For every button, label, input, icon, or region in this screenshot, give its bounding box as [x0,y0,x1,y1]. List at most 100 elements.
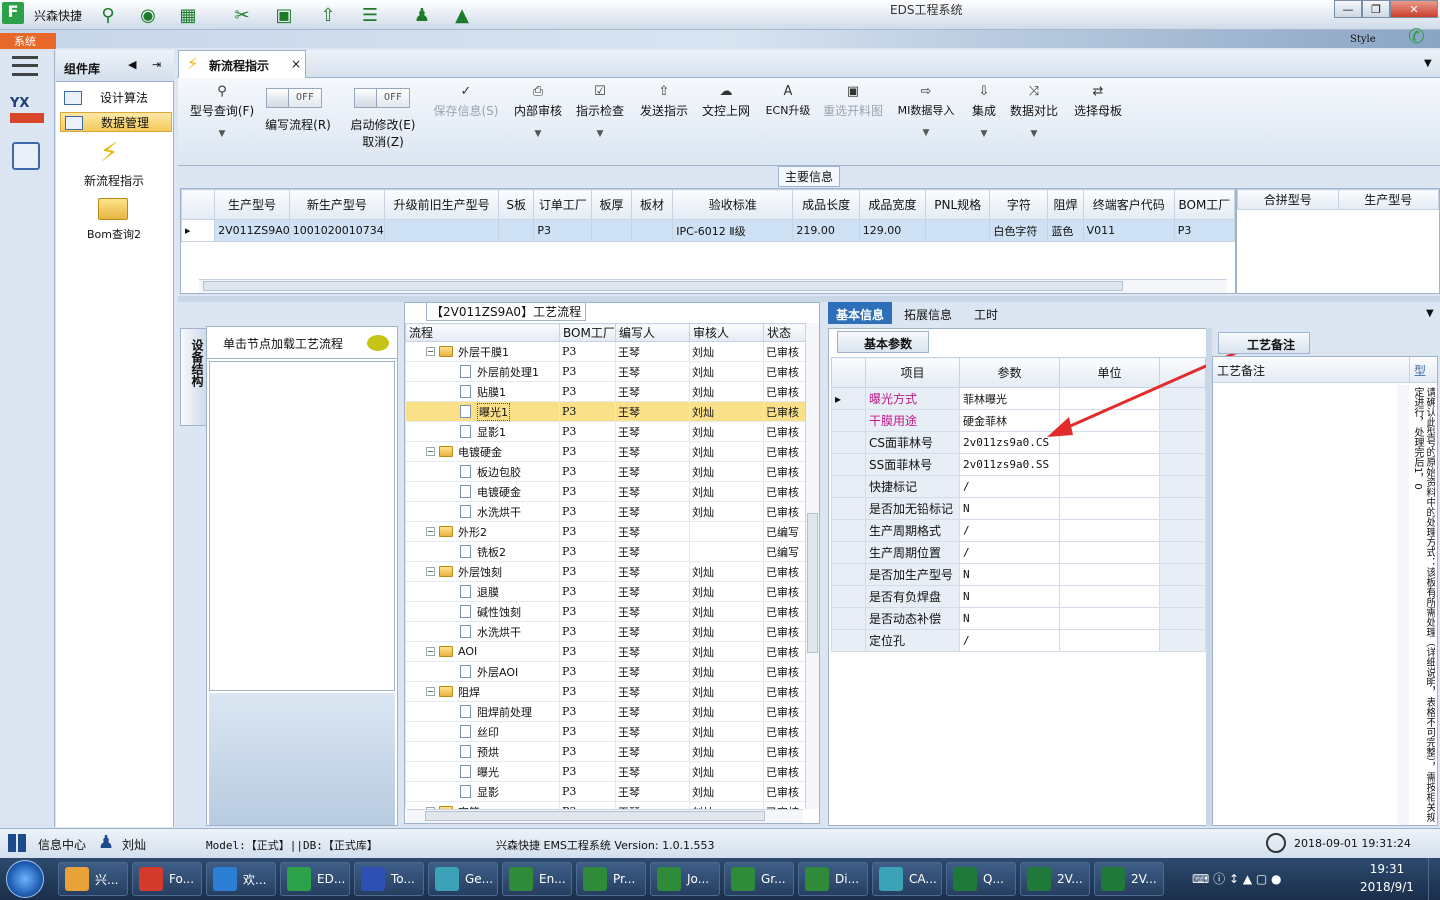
param-value[interactable]: / [959,475,1060,498]
param-row[interactable]: 是否有负焊盘 N [831,585,1206,608]
param-row[interactable]: 快捷标记 / [831,475,1206,498]
tree-row[interactable]: 碱性蚀刻 P3 王琴 刘灿 已审核 [405,601,805,622]
param-row[interactable]: 生产周期格式 / [831,519,1206,542]
param-row[interactable]: 是否加生产型号 N [831,563,1206,586]
tree-row[interactable]: 丝印 P3 王琴 刘灿 已审核 [405,721,805,742]
column-header[interactable]: 订单工厂 [533,189,593,220]
table-cell[interactable] [498,219,535,242]
taskbar-item[interactable]: En... [502,862,572,896]
param-unit[interactable] [1059,497,1160,520]
tree-row[interactable]: 水洗烘干 P3 王琴 刘灿 已审核 [405,501,805,522]
param-row[interactable]: 是否加无铅标记 N [831,497,1206,520]
tree-row[interactable]: 贴膜1 P3 王琴 刘灿 已审核 [405,381,805,402]
column-header[interactable]: 板材 [630,189,674,220]
globe-icon[interactable]: ◉ [136,3,160,27]
collapse-icon[interactable]: − [426,687,435,696]
table-row[interactable]: ▸ 2V011ZS9A0 10010200107345 P3 IPC-6012 Ⅱ级 21… [180,219,1236,242]
taskbar-item[interactable]: Jo... [650,862,720,896]
chart-icon[interactable]: ▲ [450,3,474,27]
param-unit[interactable] [1059,563,1160,586]
tree-row[interactable]: 外层前处理1 P3 王琴 刘灿 已审核 [405,361,805,382]
tree-row[interactable]: − AOI P3 王琴 刘灿 已审核 [405,641,805,662]
taskbar-item[interactable]: Gr... [724,862,794,896]
instruction-check-button[interactable]: ☑ 指示检查 ▼ [572,84,628,139]
tab-extended-info[interactable]: 拓展信息 [896,302,960,324]
ecn-upgrade-button[interactable]: A ECN升级 [760,84,816,118]
vertical-scrollbar[interactable] [1397,385,1409,825]
comp-item-design-algorithm[interactable]: 设计算法 [60,88,172,108]
integrate-button[interactable]: ⇩ 集成 ▼ [966,84,1002,139]
show-desktop-button[interactable] [1428,858,1440,900]
taskbar-item[interactable]: Fo... [132,862,202,896]
info-center-link[interactable]: 信息中心 [38,836,86,853]
column-header[interactable]: 验收标准 [672,189,794,220]
tree-row[interactable]: 曝光 P3 王琴 刘灿 已审核 [405,761,805,782]
taskbar-item[interactable]: Pr... [576,862,646,896]
tree-row[interactable]: −字符P3王琴刘灿已审核 [405,801,805,809]
send-instruction-button[interactable]: ⇧ 发送指示 [636,84,692,119]
tab-basic-params[interactable]: 基本参数 [837,331,929,353]
minimize-button[interactable]: — [1334,0,1362,18]
param-row[interactable]: 是否动态补偿 N [831,607,1206,630]
table-cell[interactable]: 蓝色 [1047,219,1084,242]
tab-basic-info[interactable]: 基本信息 [828,302,893,324]
column-header[interactable]: 升级前旧生产型号 [384,189,500,220]
column-header[interactable]: 生产型号 [214,189,290,220]
film-icon[interactable]: ▣ [272,3,296,27]
column-header[interactable]: 成品长度 [792,189,860,220]
table-cell[interactable]: 129.00 [858,219,927,242]
restore-button[interactable]: ❐ [1362,0,1390,18]
tree-row[interactable]: 板边包胶 P3 王琴 刘灿 已审核 [405,461,805,482]
taskbar-item[interactable]: 兴... [58,862,128,896]
tree-row[interactable]: 退膜 P3 王琴 刘灿 已审核 [405,581,805,602]
tree-row[interactable]: 显影 P3 王琴 刘灿 已审核 [405,781,805,802]
start-modify-toggle[interactable]: OFF [354,88,410,108]
tab-dropdown-icon[interactable]: ▼ [1424,58,1432,69]
taskbar-item[interactable]: To... [354,862,424,896]
collapse-icon[interactable]: − [426,347,435,356]
mi-import-button[interactable]: ⇨ MI数据导入 ▼ [892,84,960,138]
launcher-new-flow[interactable]: 新流程指示 [56,172,172,189]
launcher-bom-query[interactable]: Bom查询2 [56,226,172,242]
param-unit[interactable] [1059,475,1160,498]
table-cell[interactable] [925,219,991,242]
menu-icon[interactable] [12,56,38,76]
scissors-icon[interactable]: ✂ [230,3,254,27]
write-flow-toggle[interactable]: OFF [266,88,322,108]
column-header[interactable]: 编写人 [615,323,690,342]
collapse-icon[interactable]: − [426,567,435,576]
param-unit[interactable] [1059,519,1160,542]
collapse-icon[interactable]: − [426,447,435,456]
pin-arrow-icon[interactable]: ⇥ [152,58,161,71]
column-header[interactable]: 审核人 [689,323,764,342]
taskbar-item[interactable]: Q... [946,862,1016,896]
table-cell[interactable]: V011 [1082,219,1175,242]
system-tab[interactable]: 系统 [0,33,56,49]
column-header[interactable]: BOM工厂 [559,323,616,342]
tree-row[interactable]: − 电镀硬金 P3 王琴 刘灿 已审核 [405,441,805,462]
table-cell[interactable]: P3 [1173,219,1236,242]
column-header[interactable]: 项目 [865,357,960,388]
table-cell[interactable]: 219.00 [792,219,860,242]
param-unit[interactable] [1059,629,1160,652]
param-unit[interactable] [1059,585,1160,608]
data-compare-button[interactable]: ⤨ 数据对比 ▼ [1008,84,1060,139]
table-cell[interactable] [630,219,674,242]
column-header[interactable]: 新生产型号 [288,189,386,220]
tree-row[interactable]: 阻焊前处理 P3 王琴 刘灿 已审核 [405,701,805,722]
publish-online-button[interactable]: ☁ 文控上网 [698,84,754,119]
taskbar-item[interactable]: CA... [872,862,942,896]
tree-row[interactable]: 曝光1 P3 王琴 刘灿 已审核 [405,401,805,422]
tree-row[interactable]: 预烘 P3 王琴 刘灿 已审核 [405,741,805,762]
close-button[interactable]: ✕ [1390,0,1438,18]
folder-icon[interactable] [98,198,128,220]
style-menu[interactable]: Style [1350,34,1376,45]
vertical-scrollbar[interactable] [805,323,819,809]
param-value[interactable]: N [959,607,1060,630]
tree-row[interactable]: 显影1 P3 王琴 刘灿 已审核 [405,421,805,442]
param-value[interactable]: N [959,585,1060,608]
taskbar-item[interactable]: 欢... [206,862,276,896]
tree-row[interactable]: − 外层干膜1 P3 王琴 刘灿 已审核 [405,341,805,362]
grid-icon[interactable]: ▦ [176,3,200,27]
phone-icon[interactable]: ✆ [1408,24,1425,48]
